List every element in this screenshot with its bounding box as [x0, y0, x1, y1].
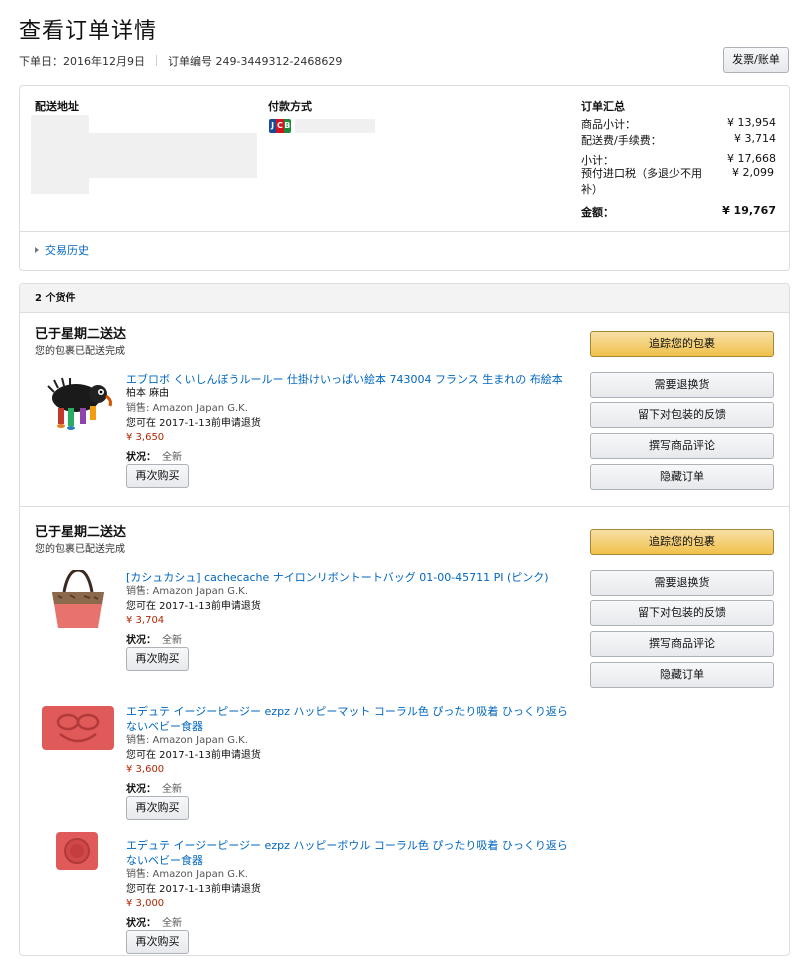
- item-condition-label: 状况：: [126, 452, 156, 463]
- summary-row-value: ¥ 17,668: [727, 152, 776, 165]
- buy-again-button[interactable]: 再次购买: [126, 930, 189, 954]
- page-title: 查看订单详情: [19, 19, 158, 44]
- summary-row-label: 配送费/手续费：: [581, 134, 662, 147]
- shipment-count: 2 个货件: [20, 284, 789, 313]
- item-condition: 状况： 全新: [126, 631, 182, 646]
- item-title-link[interactable]: エブロボ くいしんぼうルールー 仕掛けいっぱい絵本 743004 フランス 生ま…: [126, 372, 571, 387]
- import-tax-value: ¥ 2,099: [732, 166, 774, 179]
- redacted-card-number: [295, 119, 375, 133]
- order-summary-label: 订单汇总: [581, 100, 625, 113]
- item-condition-label: 状况：: [126, 918, 156, 929]
- shipment-divider: [20, 506, 789, 507]
- item-price: ¥ 3,650: [126, 432, 165, 443]
- summary-row-label: 商品小计：: [581, 118, 636, 131]
- payment-method-label: 付款方式: [268, 100, 312, 113]
- tote-bag-thumbnail[interactable]: [40, 570, 116, 630]
- buy-again-button[interactable]: 再次购买: [126, 464, 189, 488]
- item-condition-value: 全新: [162, 784, 182, 795]
- meta-divider: [156, 55, 157, 66]
- item-price: ¥ 3,704: [126, 615, 165, 626]
- item-title-link[interactable]: エデュテ イージーピージー ezpz ハッピーボウル コーラル色 ぴったり吸着 …: [126, 838, 571, 868]
- shipment-substatus: 您的包裹已配送完成: [35, 544, 125, 555]
- total-label: 金额：: [581, 206, 614, 219]
- redacted-address: [31, 133, 257, 178]
- item-return-deadline: 您可在 2017-1-13前申请退货: [126, 601, 261, 612]
- buy-again-button[interactable]: 再次购买: [126, 647, 189, 671]
- hide-order-button[interactable]: 隐藏订单: [590, 464, 774, 490]
- item-return-deadline: 您可在 2017-1-13前申请退货: [126, 750, 261, 761]
- shipment-substatus: 您的包裹已配送完成: [35, 346, 125, 357]
- item-condition-label: 状况：: [126, 784, 156, 795]
- item-seller: 销售: Amazon Japan G.K.: [126, 735, 248, 746]
- item-condition-value: 全新: [162, 635, 182, 646]
- order-summary-box: 配送地址 付款方式 JCB 订单汇总 商品小计： ¥ 13,954 配送费/手续…: [19, 85, 790, 271]
- shipment-status: 已于星期二送达: [35, 525, 127, 540]
- packaging-feedback-button[interactable]: 留下对包装的反馈: [590, 600, 774, 626]
- item-price: ¥ 3,000: [126, 898, 165, 909]
- return-button[interactable]: 需要退换货: [590, 372, 774, 398]
- jcb-card-icon: JCB: [269, 119, 291, 133]
- item-condition-value: 全新: [162, 918, 182, 929]
- item-price: ¥ 3,600: [126, 764, 165, 775]
- total-value: ¥ 19,767: [722, 204, 776, 217]
- hide-order-button[interactable]: 隐藏订单: [590, 662, 774, 688]
- item-condition-value: 全新: [162, 452, 182, 463]
- item-title-link[interactable]: [カシュカシュ] cachecache ナイロンリボントートバッグ 01-00-…: [126, 570, 571, 585]
- summary-divider: [20, 231, 789, 232]
- cloth-book-thumbnail[interactable]: [40, 374, 116, 434]
- item-condition-label: 状况：: [126, 635, 156, 646]
- happy-mat-thumbnail[interactable]: [40, 704, 116, 752]
- summary-row-value: ¥ 13,954: [727, 116, 776, 129]
- item-seller: 销售: Amazon Japan G.K.: [126, 403, 248, 414]
- track-package-button[interactable]: 追踪您的包裹: [590, 331, 774, 357]
- track-package-button[interactable]: 追踪您的包裹: [590, 529, 774, 555]
- item-condition: 状况： 全新: [126, 780, 182, 795]
- item-condition: 状况： 全新: [126, 914, 182, 929]
- packaging-feedback-button[interactable]: 留下对包装的反馈: [590, 402, 774, 428]
- shipment-status: 已于星期二送达: [35, 327, 127, 342]
- item-condition: 状况： 全新: [126, 448, 182, 463]
- transaction-history-link[interactable]: 交易历史: [35, 242, 89, 258]
- redacted-address: [31, 115, 89, 133]
- order-meta: 下单日：2016年12月9日 订单编号 249-3449312-2468629: [19, 53, 342, 69]
- item-title-link[interactable]: エデュテ イージーピージー ezpz ハッピーマット コーラル色 ぴったり吸着 …: [126, 704, 571, 734]
- invoice-button[interactable]: 发票/账单: [723, 47, 789, 73]
- item-return-deadline: 您可在 2017-1-13前申请退货: [126, 884, 261, 895]
- item-author: 柏本 麻由: [126, 388, 170, 399]
- item-return-deadline: 您可在 2017-1-13前申请退货: [126, 418, 261, 429]
- item-seller: 销售: Amazon Japan G.K.: [126, 586, 248, 597]
- summary-row-value: ¥ 3,714: [734, 132, 776, 145]
- order-number: 订单编号 249-3449312-2468629: [168, 55, 343, 68]
- transaction-history-label: 交易历史: [45, 244, 89, 257]
- shipments-box: 2 个货件 已于星期二送达 您的包裹已配送完成 追踪您的包裹 需要退换货 留下对…: [19, 283, 790, 956]
- write-review-button[interactable]: 撰写商品评论: [590, 433, 774, 459]
- expand-triangle-icon: [35, 247, 39, 253]
- item-seller: 销售: Amazon Japan G.K.: [126, 869, 248, 880]
- write-review-button[interactable]: 撰写商品评论: [590, 631, 774, 657]
- buy-again-button[interactable]: 再次购买: [126, 796, 189, 820]
- redacted-address: [31, 176, 89, 194]
- import-tax-label: 预付进口税（多退少不用补）: [581, 167, 702, 196]
- shipping-address-label: 配送地址: [35, 100, 79, 113]
- order-date: 下单日：2016年12月9日: [19, 55, 145, 68]
- happy-bowl-thumbnail[interactable]: [54, 828, 100, 874]
- return-button[interactable]: 需要退换货: [590, 570, 774, 596]
